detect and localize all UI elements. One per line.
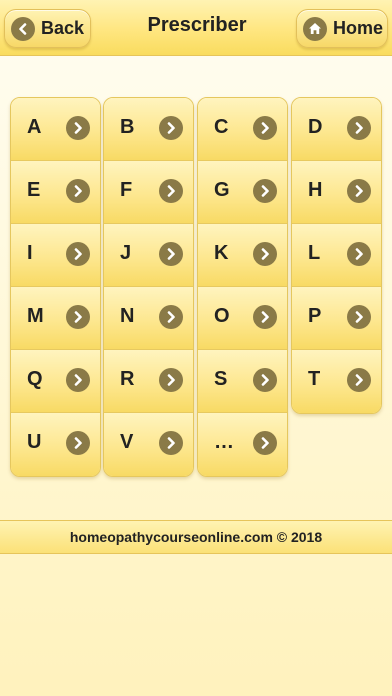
letter-label: … — [214, 431, 234, 453]
chevron-right-icon — [253, 116, 277, 140]
chevron-right-icon — [347, 116, 371, 140]
letter-label: T — [308, 368, 321, 390]
letter-label: C — [214, 116, 229, 138]
letter-label: F — [120, 179, 133, 201]
letter-column-1: A E I M Q U — [10, 97, 101, 477]
chevron-right-icon — [253, 431, 277, 455]
home-button[interactable]: Home — [296, 9, 388, 48]
chevron-right-icon — [347, 305, 371, 329]
letter-label: I — [27, 242, 33, 264]
letter-label: S — [214, 368, 228, 390]
letter-row-more[interactable]: … — [198, 413, 287, 476]
chevron-right-icon — [253, 242, 277, 266]
header-bar: Back Prescriber Home — [0, 0, 392, 56]
letter-column-3: C G K O S … — [197, 97, 288, 477]
house-icon — [303, 16, 327, 41]
letter-row-s[interactable]: S — [198, 350, 287, 413]
letter-label: P — [308, 305, 322, 327]
letter-label: G — [214, 179, 230, 201]
letter-label: U — [27, 431, 42, 453]
chevron-right-icon — [253, 368, 277, 392]
letter-column-2: B F J N R V — [103, 97, 194, 477]
letter-label: N — [120, 305, 135, 327]
letter-row-k[interactable]: K — [198, 224, 287, 287]
letter-label: J — [120, 242, 132, 264]
chevron-right-icon — [253, 305, 277, 329]
footer-text: homeopathycourseonline.com © 2018 — [69, 529, 323, 545]
letter-row-j[interactable]: J — [104, 224, 193, 287]
footer-bar: homeopathycourseonline.com © 2018 — [0, 520, 392, 554]
page-title: Prescriber — [147, 14, 247, 36]
chevron-right-icon — [159, 242, 183, 266]
letter-row-t[interactable]: T — [292, 350, 381, 413]
letter-label: R — [120, 368, 135, 390]
letter-row-p[interactable]: P — [292, 287, 381, 350]
chevron-right-icon — [347, 368, 371, 392]
chevron-right-icon — [66, 116, 90, 140]
letter-label: D — [308, 116, 323, 138]
chevron-right-icon — [347, 242, 371, 266]
chevron-right-icon — [159, 431, 183, 455]
letter-label: V — [120, 431, 134, 453]
letter-row-u[interactable]: U — [11, 413, 100, 476]
letter-label: L — [308, 242, 321, 264]
letter-label: M — [27, 305, 44, 327]
letter-row-i[interactable]: I — [11, 224, 100, 287]
letter-row-v[interactable]: V — [104, 413, 193, 476]
chevron-right-icon — [66, 431, 90, 455]
chevron-right-icon — [347, 179, 371, 203]
letter-row-m[interactable]: M — [11, 287, 100, 350]
home-label: Home — [333, 18, 384, 38]
letter-label: H — [308, 179, 323, 201]
chevron-right-icon — [66, 179, 90, 203]
letter-row-o[interactable]: O — [198, 287, 287, 350]
letter-label: O — [214, 305, 230, 327]
letter-row-q[interactable]: Q — [11, 350, 100, 413]
letter-row-h[interactable]: H — [292, 161, 381, 224]
chevron-right-icon — [159, 116, 183, 140]
letter-row-b[interactable]: B — [104, 98, 193, 161]
chevron-right-icon — [159, 305, 183, 329]
chevron-right-icon — [66, 305, 90, 329]
chevron-right-icon — [66, 368, 90, 392]
back-button[interactable]: Back — [4, 9, 91, 48]
letter-row-g[interactable]: G — [198, 161, 287, 224]
letter-row-e[interactable]: E — [11, 161, 100, 224]
letter-label: Q — [27, 368, 43, 390]
letter-row-d[interactable]: D — [292, 98, 381, 161]
letter-row-r[interactable]: R — [104, 350, 193, 413]
chevron-right-icon — [159, 179, 183, 203]
letter-label: K — [214, 242, 229, 264]
letter-column-4: D H L P T — [291, 97, 382, 414]
letter-row-f[interactable]: F — [104, 161, 193, 224]
letter-row-c[interactable]: C — [198, 98, 287, 161]
chevron-right-icon — [66, 242, 90, 266]
chevron-right-icon — [253, 179, 277, 203]
letter-row-n[interactable]: N — [104, 287, 193, 350]
back-label: Back — [41, 18, 85, 38]
chevron-right-icon — [159, 368, 183, 392]
letter-row-a[interactable]: A — [11, 98, 100, 161]
letter-label: E — [27, 179, 41, 201]
letter-label: A — [27, 116, 42, 138]
letter-row-l[interactable]: L — [292, 224, 381, 287]
letter-label: B — [120, 116, 135, 138]
chevron-left-icon — [11, 16, 35, 41]
